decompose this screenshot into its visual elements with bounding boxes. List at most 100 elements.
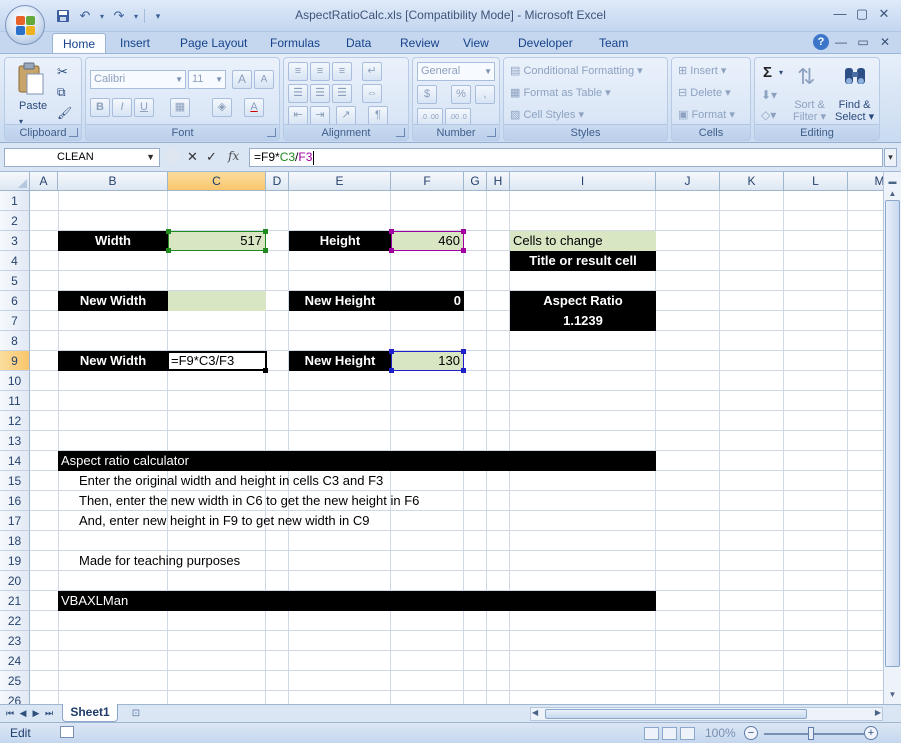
row-header[interactable]: 21 xyxy=(0,591,30,611)
align-left-icon[interactable]: ☰ xyxy=(288,84,308,103)
sort-filter-button[interactable]: Sort & Filter ▾ xyxy=(793,99,826,123)
cancel-icon[interactable]: ✕ xyxy=(187,149,198,165)
bold-button[interactable]: B xyxy=(90,98,110,117)
ref-handle[interactable] xyxy=(263,248,268,253)
autosum-dropdown-icon[interactable]: ▾ xyxy=(779,68,783,77)
row-header[interactable]: 14 xyxy=(0,451,30,471)
format-as-table-button[interactable]: ▦ Format as Table ▾ xyxy=(510,86,611,99)
increase-indent-icon[interactable]: ⇥ xyxy=(310,106,330,125)
close-button[interactable]: ✕ xyxy=(873,5,895,23)
column-header-g[interactable]: G xyxy=(464,172,487,191)
workbook-close-icon[interactable]: ✕ xyxy=(875,34,895,50)
cell-b16[interactable]: Then, enter the new width in C6 to get t… xyxy=(79,491,419,511)
row-header[interactable]: 5 xyxy=(0,271,30,291)
cell-c9-editing[interactable]: =F9*C3/F3 xyxy=(167,351,267,371)
alignment-launcher-icon[interactable] xyxy=(396,128,405,137)
row-header[interactable]: 22 xyxy=(0,611,30,631)
fill-color-icon[interactable]: ◈ xyxy=(212,98,232,117)
sort-filter-icon[interactable]: ⇅ xyxy=(797,64,815,90)
cell-styles-button[interactable]: ▧ Cell Styles ▾ xyxy=(510,108,584,121)
expand-formula-bar-icon[interactable]: ▾ xyxy=(884,148,897,167)
font-size-combo[interactable]: 11 ▼ xyxy=(188,70,226,89)
worksheet-grid[interactable]: A B C D E F G H I J K L M 1 2 3 4 5 6 7 … xyxy=(0,172,883,704)
row-header[interactable]: 4 xyxy=(0,251,30,271)
ref-handle[interactable] xyxy=(389,368,394,373)
underline-button[interactable]: U xyxy=(134,98,154,117)
cell-i7[interactable]: 1.1239 xyxy=(510,311,656,331)
horizontal-scroll-thumb[interactable] xyxy=(545,709,807,719)
tab-view[interactable]: View xyxy=(453,33,499,54)
number-format-combo[interactable]: General ▼ xyxy=(417,62,495,81)
column-header-e[interactable]: E xyxy=(289,172,391,191)
sheet-tab-sheet1[interactable]: Sheet1 xyxy=(62,704,118,722)
row-header[interactable]: 2 xyxy=(0,211,30,231)
page-layout-view-icon[interactable] xyxy=(662,727,677,740)
cell-f6[interactable]: 0 xyxy=(391,291,464,311)
fill-handle[interactable] xyxy=(263,368,268,373)
row-header[interactable]: 25 xyxy=(0,671,30,691)
ref-handle[interactable] xyxy=(389,349,394,354)
cell-e3[interactable]: Height xyxy=(289,231,391,251)
tab-insert[interactable]: Insert xyxy=(110,33,160,54)
ref-handle[interactable] xyxy=(263,229,268,234)
insert-sheet-icon[interactable]: ⊡ xyxy=(126,707,146,720)
formula-bar-grip-icon[interactable] xyxy=(166,148,180,164)
column-header-i[interactable]: I xyxy=(510,172,656,191)
cell-f9[interactable]: 130 xyxy=(391,351,464,371)
vertical-scrollbar[interactable]: ▬ ▲ ▼ xyxy=(883,172,901,704)
cell-b15[interactable]: Enter the original width and height in c… xyxy=(79,471,383,491)
zoom-slider-thumb[interactable] xyxy=(808,727,814,740)
maximize-button[interactable]: ▢ xyxy=(851,5,873,23)
font-color-button[interactable]: A xyxy=(244,98,264,117)
paste-button[interactable]: Paste xyxy=(19,100,47,112)
row-header[interactable]: 15 xyxy=(0,471,30,491)
decrease-indent-icon[interactable]: ⇤ xyxy=(288,106,308,125)
cell-i4[interactable]: Title or result cell xyxy=(510,251,656,271)
align-center-icon[interactable]: ☰ xyxy=(310,84,330,103)
next-sheet-icon[interactable]: ▶ xyxy=(30,706,42,720)
workbook-restore-icon[interactable]: ▭ xyxy=(853,34,873,50)
row-header[interactable]: 13 xyxy=(0,431,30,451)
vertical-scroll-thumb[interactable] xyxy=(885,200,900,667)
column-header-l[interactable]: L xyxy=(784,172,848,191)
select-all-button[interactable] xyxy=(0,172,30,191)
cell-b17[interactable]: And, enter new height in F9 to get new w… xyxy=(79,511,370,531)
borders-icon[interactable]: ▦ xyxy=(170,98,190,117)
chevron-down-icon[interactable]: ▼ xyxy=(146,149,155,166)
prev-sheet-icon[interactable]: ◀ xyxy=(17,706,29,720)
merge-center-icon[interactable]: ⇔ xyxy=(362,84,382,103)
scroll-up-icon[interactable]: ▲ xyxy=(885,186,900,201)
delete-cells-button[interactable]: ⊟ Delete ▾ xyxy=(678,86,731,99)
cell-c3[interactable]: 517 xyxy=(168,231,266,251)
cut-icon[interactable]: ✂ xyxy=(57,64,68,80)
macro-record-icon[interactable] xyxy=(60,726,74,738)
fill-icon[interactable]: ⬇▾ xyxy=(761,88,777,102)
row-header[interactable]: 17 xyxy=(0,511,30,531)
cell-f3[interactable]: 460 xyxy=(391,231,464,251)
cell-e9[interactable]: New Height xyxy=(289,351,391,371)
cell-e6[interactable]: New Height xyxy=(289,291,391,311)
workbook-minimize-icon[interactable]: — xyxy=(831,34,851,50)
cell-b19[interactable]: Made for teaching purposes xyxy=(79,551,240,571)
column-header-a[interactable]: A xyxy=(30,172,58,191)
row-header[interactable]: 1 xyxy=(0,191,30,211)
row-header[interactable]: 12 xyxy=(0,411,30,431)
tab-data[interactable]: Data xyxy=(336,33,381,54)
ref-handle[interactable] xyxy=(166,229,171,234)
column-header-c[interactable]: C xyxy=(168,172,266,191)
ref-handle[interactable] xyxy=(461,368,466,373)
text-direction-icon[interactable]: ¶ xyxy=(368,106,388,125)
page-break-view-icon[interactable] xyxy=(680,727,695,740)
cell-b3[interactable]: Width xyxy=(58,231,168,251)
name-box[interactable]: CLEAN ▼ xyxy=(4,148,160,167)
binoculars-icon[interactable] xyxy=(843,64,867,91)
normal-view-icon[interactable] xyxy=(644,727,659,740)
align-right-icon[interactable]: ☰ xyxy=(332,84,352,103)
grow-font-button[interactable]: A xyxy=(232,70,252,89)
italic-button[interactable]: I xyxy=(112,98,132,117)
percent-button[interactable]: % xyxy=(451,85,471,104)
column-header-k[interactable]: K xyxy=(720,172,784,191)
paste-icon[interactable] xyxy=(15,62,47,96)
conditional-formatting-button[interactable]: ▤ Conditional Formatting ▾ xyxy=(510,64,643,77)
column-header-j[interactable]: J xyxy=(656,172,720,191)
